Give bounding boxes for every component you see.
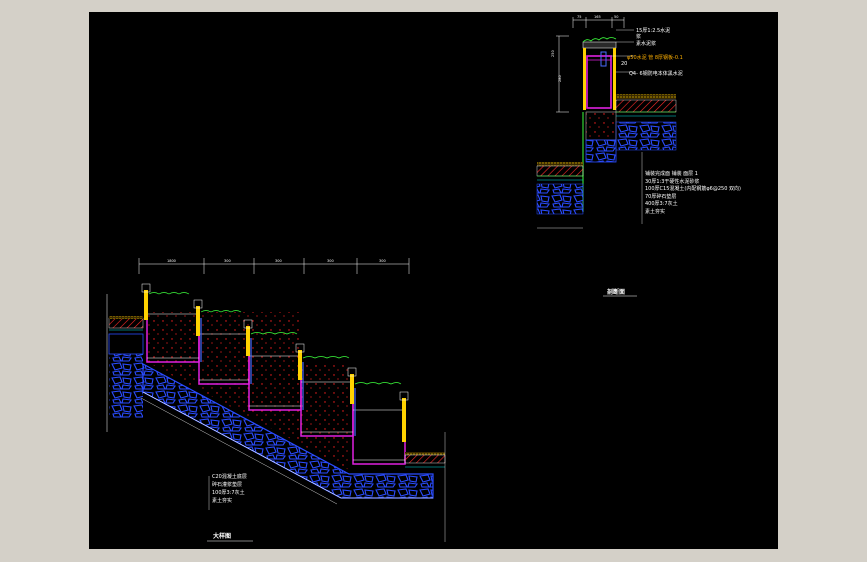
elev-note-3: 100厚3:7灰土 [212, 489, 245, 496]
section-dim-side-1: 250 [551, 50, 555, 57]
section-layer-6: 素土夯实 [645, 208, 665, 215]
elev-note-2: 碎石灌浆垫层 [212, 481, 242, 488]
section-layer-4: 70厚碎石垫层 [645, 193, 676, 200]
section-layer-2: 30厚1:3干硬性水泥砂浆 [645, 178, 699, 185]
elev-note-4: 素土夯实 [212, 497, 232, 504]
section-dim-3: 50 [614, 15, 618, 19]
elev-dim-3: 300 [275, 259, 282, 263]
elev-dim-2: 300 [224, 259, 231, 263]
section-dim-2: 165 [594, 15, 601, 19]
section-dim-side-2: 280 [558, 75, 562, 82]
section-note-6: Q4- 6钢防电本体黑水泥 [629, 70, 683, 77]
section-detail: 75 165 50 250 280 15厚1:2.5水泥 浆 素水泥浆 φ50水… [536, 15, 741, 297]
elev-dim-4: 300 [327, 259, 334, 263]
stair-elevation-detail: 1800 300 300 300 300 C20混凝土底层 碎石灌浆垫层 100… [106, 258, 446, 542]
section-note-2: 浆 [636, 33, 641, 40]
cad-viewport[interactable]: 75 165 50 250 280 15厚1:2.5水泥 浆 素水泥浆 φ50水… [89, 12, 778, 549]
elevation-title: 大样图 [213, 532, 231, 540]
section-layer-5: 400厚3:7灰土 [645, 200, 678, 207]
elev-dim-5: 300 [379, 259, 386, 263]
section-note-5: 20 [621, 61, 627, 67]
section-dim-1: 75 [577, 15, 581, 19]
section-layer-1: 铺装完成面 铺装 面层 1 [645, 170, 698, 177]
elev-note-1: C20混凝土底层 [212, 473, 247, 480]
cad-drawing: 75 165 50 250 280 15厚1:2.5水泥 浆 素水泥浆 φ50水… [106, 15, 741, 542]
elev-dim-1: 1800 [167, 259, 176, 263]
section-note-4: φ50水泥 管 8厚钢板-0.1 [627, 54, 683, 61]
section-note-1: 15厚1:2.5水泥 [636, 27, 670, 34]
section-layer-3: 100厚C15混凝土(内配钢筋φ6@250 双向) [645, 185, 741, 192]
section-title: 剖断面 [607, 288, 625, 296]
section-note-3: 素水泥浆 [636, 40, 656, 47]
